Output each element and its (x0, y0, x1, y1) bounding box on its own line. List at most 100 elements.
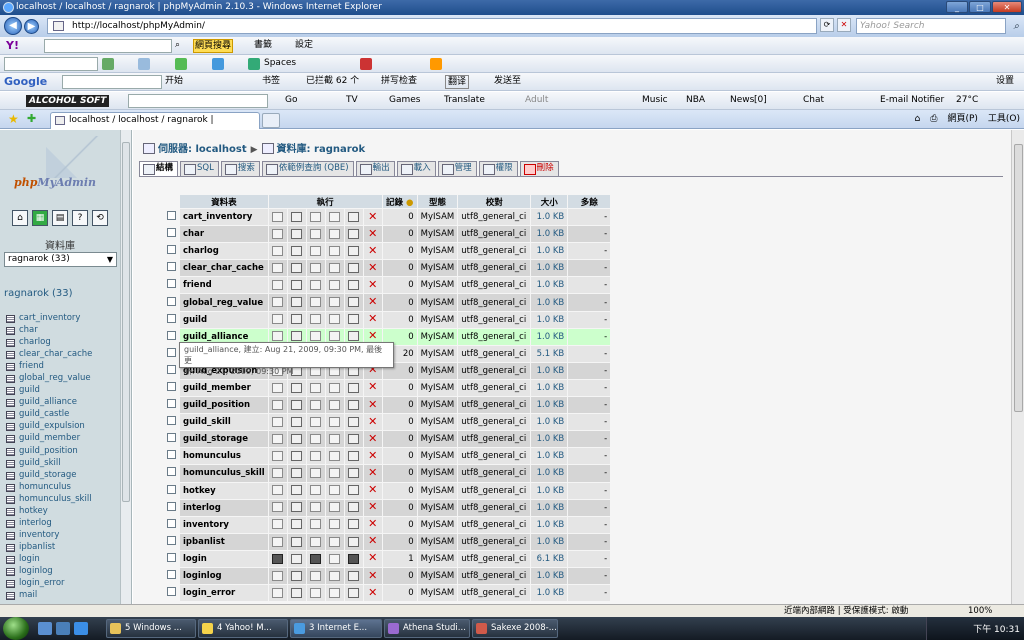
drop-icon[interactable]: ✕ (368, 517, 377, 530)
yahoo-search-input[interactable] (44, 39, 172, 53)
insert-icon[interactable] (329, 536, 341, 547)
insert-icon[interactable] (329, 519, 341, 530)
browse-icon[interactable] (272, 587, 284, 598)
table-row[interactable]: guild_skill ✕ 0 MyISAM utf8_general_ci 1.0 KB… (164, 414, 611, 431)
main-scrollbar[interactable] (1011, 130, 1024, 604)
table-row[interactable]: inventory ✕ 0 MyISAM utf8_general_ci 1.0 KB - (164, 516, 611, 533)
table-row[interactable]: guild_storage ✕ 0 MyISAM utf8_general_ci 1.0 … (164, 431, 611, 448)
mail-icon[interactable] (138, 58, 150, 70)
browse-icon[interactable] (272, 468, 284, 479)
insert-icon[interactable] (329, 280, 341, 291)
spellcheck-button[interactable]: 拼写检查 (381, 73, 417, 90)
reload-icon[interactable]: ⟲ (92, 210, 108, 226)
google-bookmarks-button[interactable]: 书签 (262, 73, 280, 90)
drop-icon[interactable]: ✕ (368, 261, 377, 274)
structure-icon[interactable] (291, 314, 303, 325)
table-size[interactable]: 1.0 KB (531, 533, 568, 550)
browse-icon[interactable] (272, 519, 284, 530)
sidebar-table-link[interactable]: inventory (6, 529, 92, 541)
row-checkbox[interactable] (167, 245, 176, 255)
browse-icon[interactable] (272, 280, 284, 291)
sidebar-table-link[interactable]: cart_inventory (6, 312, 92, 324)
structure-icon[interactable] (291, 553, 303, 564)
empty-icon[interactable] (348, 570, 360, 581)
email-notifier-button[interactable]: E-mail Notifier (880, 92, 944, 109)
row-checkbox[interactable] (167, 552, 176, 562)
drop-icon[interactable]: ✕ (368, 244, 377, 257)
structure-icon[interactable] (291, 382, 303, 393)
drop-icon[interactable]: ✕ (368, 466, 377, 479)
favorites-star-icon[interactable]: ★ (8, 112, 19, 126)
table-name[interactable]: guild (180, 311, 268, 328)
empty-icon[interactable] (348, 468, 360, 479)
table-size[interactable]: 1.0 KB (531, 379, 568, 397)
browse-icon[interactable] (272, 297, 284, 308)
structure-icon[interactable] (291, 468, 303, 479)
table-size[interactable]: 1.0 KB (531, 362, 568, 379)
row-checkbox[interactable] (167, 347, 176, 357)
table-row[interactable]: global_reg_value ✕ 0 MyISAM utf8_general_ci 1… (164, 294, 611, 311)
table-size[interactable]: 1.0 KB (531, 260, 568, 277)
task-sakexe[interactable]: Sakexe 2008-... (472, 619, 558, 638)
sidebar-table-link[interactable]: login (6, 553, 92, 565)
structure-icon[interactable] (291, 416, 303, 427)
breadcrumb-database[interactable]: 資料庫: ragnarok (277, 140, 366, 155)
empty-icon[interactable] (348, 263, 360, 274)
yahoo-web-search-button[interactable]: 網頁搜尋 (193, 39, 234, 53)
sidebar-table-link[interactable]: hotkey (6, 505, 92, 517)
task-athena-studio[interactable]: Athena Studi... (384, 619, 470, 638)
yahoo-bookmarks-button[interactable]: 書籤 (254, 37, 272, 54)
insert-icon[interactable] (329, 416, 341, 427)
docs-icon[interactable]: ? (72, 210, 88, 226)
sidebar-table-link[interactable]: charlog (6, 336, 92, 348)
sidebar-table-link[interactable]: friend (6, 360, 92, 372)
insert-icon[interactable] (329, 587, 341, 598)
popup-blocked-counter[interactable]: 已拦截 62 个 (306, 73, 359, 90)
table-name[interactable]: interlog (180, 499, 268, 516)
chat-button[interactable]: Chat (803, 92, 824, 109)
structure-icon[interactable] (291, 263, 303, 274)
row-checkbox[interactable] (167, 416, 176, 426)
row-checkbox[interactable] (167, 279, 176, 289)
table-size[interactable]: 1.0 KB (531, 448, 568, 465)
search-icon[interactable] (310, 280, 322, 291)
sidebar-table-link[interactable]: guild (6, 384, 92, 396)
browse-icon[interactable] (272, 331, 284, 342)
search-icon[interactable] (310, 263, 322, 274)
star-icon[interactable] (212, 58, 224, 70)
table-name[interactable]: clear_char_cache (180, 260, 268, 277)
music-button[interactable]: Music (642, 92, 668, 109)
row-checkbox[interactable] (167, 535, 176, 545)
table-size[interactable]: 1.0 KB (531, 277, 568, 294)
search-icon[interactable] (310, 331, 322, 342)
structure-icon[interactable] (291, 451, 303, 462)
drop-icon[interactable]: ✕ (368, 586, 377, 599)
start-button[interactable] (3, 617, 29, 640)
table-name[interactable]: global_reg_value (180, 294, 268, 311)
drop-icon[interactable]: ✕ (368, 210, 377, 223)
row-checkbox[interactable] (167, 450, 176, 460)
table-name[interactable]: inventory (180, 516, 268, 533)
table-name[interactable]: friend (180, 277, 268, 294)
translate-button-2[interactable]: Translate (444, 92, 485, 109)
drop-icon[interactable]: ✕ (368, 329, 377, 342)
table-row[interactable]: guild_member ✕ 0 MyISAM utf8_general_ci 1.0 K… (164, 379, 611, 397)
maximize-button[interactable]: □ (969, 1, 991, 13)
row-checkbox[interactable] (167, 501, 176, 511)
col-header-records[interactable]: 記錄 ● (382, 195, 417, 208)
search-icon[interactable] (310, 399, 322, 410)
structure-icon[interactable] (291, 211, 303, 222)
drop-icon[interactable]: ✕ (368, 483, 377, 496)
print-icon[interactable]: ⎙ (930, 112, 937, 127)
search-icon[interactable] (310, 451, 322, 462)
phpmyadmin-logo[interactable]: phpMyAdmin (14, 176, 96, 189)
sidebar-table-link[interactable]: global_reg_value (6, 372, 92, 384)
browse-icon[interactable] (272, 314, 284, 325)
row-checkbox[interactable] (167, 364, 176, 374)
insert-icon[interactable] (329, 553, 341, 564)
browse-icon[interactable] (272, 451, 284, 462)
empty-icon[interactable] (348, 399, 360, 410)
row-checkbox[interactable] (167, 433, 176, 443)
empty-icon[interactable] (348, 451, 360, 462)
row-checkbox[interactable] (167, 484, 176, 494)
